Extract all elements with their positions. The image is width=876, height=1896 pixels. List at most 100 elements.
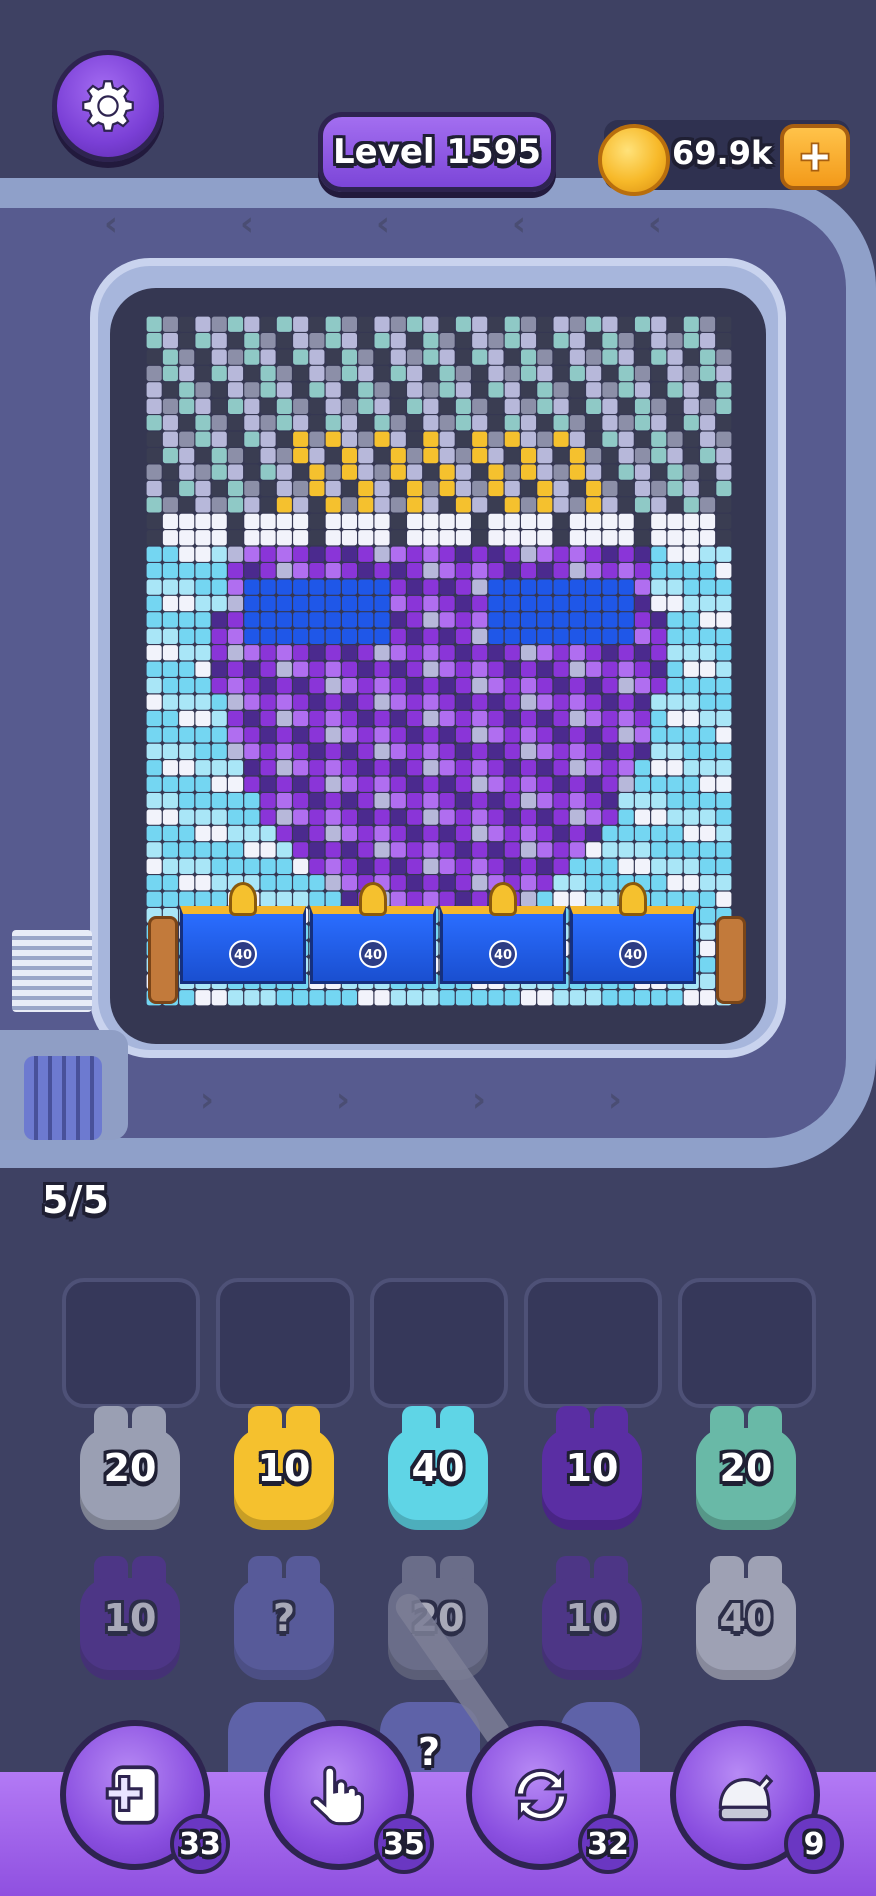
pixel-cell: [227, 694, 244, 710]
pixel-cell: [423, 349, 439, 365]
pixel-cell: [260, 727, 276, 743]
pixel-cell: [407, 628, 423, 644]
color-block[interactable]: ?: [234, 1550, 334, 1690]
color-block[interactable]: 10: [542, 1400, 642, 1540]
pixel-cell: [325, 612, 341, 628]
pixel-cell: [618, 661, 634, 677]
pixel-cell: [325, 497, 341, 513]
pixel-cell: [537, 842, 553, 858]
pixel-cell: [341, 595, 358, 612]
pixel-cell: [358, 480, 374, 497]
pixel-cell: [423, 645, 439, 661]
pixel-cell: [260, 645, 276, 661]
color-block[interactable]: 10: [542, 1550, 642, 1690]
pixel-cell: [341, 710, 358, 727]
pixel-cell: [472, 448, 488, 464]
pixel-cell: [553, 464, 569, 480]
pixel-cell: [553, 760, 569, 776]
gate-post: [716, 916, 746, 1004]
pixel-cell: [569, 546, 585, 562]
pixel-cell: [586, 398, 602, 414]
pixel-cell: [309, 809, 325, 825]
pixel-cell: [179, 760, 195, 776]
pixel-cell: [244, 990, 260, 1006]
pixel-cell: [211, 431, 227, 447]
pixel-cell: [683, 793, 699, 809]
pixel-cell: [602, 415, 618, 431]
pixel-cell: [488, 743, 504, 759]
pixel-cell: [504, 842, 520, 858]
pixel-cell: [667, 743, 683, 759]
pixel-cell: [651, 710, 667, 727]
pixel-cell: [374, 530, 390, 546]
pixel-cell: [472, 760, 488, 776]
pixel-cell: [162, 875, 178, 891]
pixel-cell: [276, 990, 292, 1006]
color-block[interactable]: 20: [696, 1400, 796, 1540]
pixel-cell: [179, 875, 195, 891]
pixel-cell: [618, 727, 634, 743]
pixel-cell: [504, 760, 520, 776]
pixel-cell: [586, 858, 602, 874]
pixel-cell: [700, 924, 716, 940]
pixel-cell: [602, 349, 618, 365]
pixel-cell: [716, 809, 732, 825]
settings-button[interactable]: [52, 50, 164, 162]
pixel-cell: [179, 793, 195, 809]
pixel-cell: [390, 513, 406, 529]
pixel-cell: [520, 990, 537, 1006]
pixel-cell: [260, 776, 276, 792]
color-block[interactable]: 10: [234, 1400, 334, 1540]
holding-slot[interactable]: [216, 1278, 354, 1408]
pixel-cell: [390, 448, 406, 464]
pixel-cell: [146, 710, 162, 727]
pixel-cell: [227, 464, 244, 480]
color-block[interactable]: 10: [80, 1550, 180, 1690]
pixel-cell: [162, 349, 178, 365]
pixel-cell: [618, 563, 634, 579]
pixel-cell: [651, 480, 667, 497]
pixel-cell: [586, 530, 602, 546]
color-block[interactable]: 20: [80, 1400, 180, 1540]
pixel-cell: [293, 464, 309, 480]
pixel-cell: [716, 694, 732, 710]
pixel-cell: [358, 546, 374, 562]
pixel-cell: [700, 825, 716, 842]
holding-slot[interactable]: [678, 1278, 816, 1408]
pixel-cell: [586, 776, 602, 792]
holding-slot[interactable]: [62, 1278, 200, 1408]
pixel-cell: [309, 793, 325, 809]
pixel-cell: [260, 710, 276, 727]
pixel-cell: [341, 316, 358, 332]
pixel-cell: [520, 809, 537, 825]
pixel-cell: [602, 743, 618, 759]
pixel-cell: [195, 595, 211, 612]
pixel-cell: [455, 579, 471, 595]
pixel-cell: [309, 579, 325, 595]
holding-slot[interactable]: [370, 1278, 508, 1408]
pixel-cell: [309, 825, 325, 842]
pixel-cell: [195, 563, 211, 579]
pixel-cell: [423, 990, 439, 1006]
holding-slot[interactable]: [524, 1278, 662, 1408]
color-block[interactable]: 40: [696, 1550, 796, 1690]
pixel-cell: [244, 793, 260, 809]
pixel-cell: [602, 710, 618, 727]
pixel-cell: [569, 333, 585, 349]
pixel-cell: [407, 382, 423, 398]
pixel-cell: [358, 990, 374, 1006]
pixel-cell: [325, 793, 341, 809]
pixel-cell: [341, 365, 358, 382]
pixel-cell: [683, 990, 699, 1006]
pixel-cell: [276, 448, 292, 464]
add-coins-button[interactable]: [780, 124, 850, 190]
pixel-cell: [586, 382, 602, 398]
pixel-cell: [634, 579, 651, 595]
pixel-cell: [276, 431, 292, 447]
pixel-cell: [146, 431, 162, 447]
color-block[interactable]: 40: [388, 1400, 488, 1540]
pixel-cell: [520, 431, 537, 447]
pixel-cell: [407, 579, 423, 595]
pixel-cell: [439, 563, 455, 579]
pixel-cell: [260, 990, 276, 1006]
